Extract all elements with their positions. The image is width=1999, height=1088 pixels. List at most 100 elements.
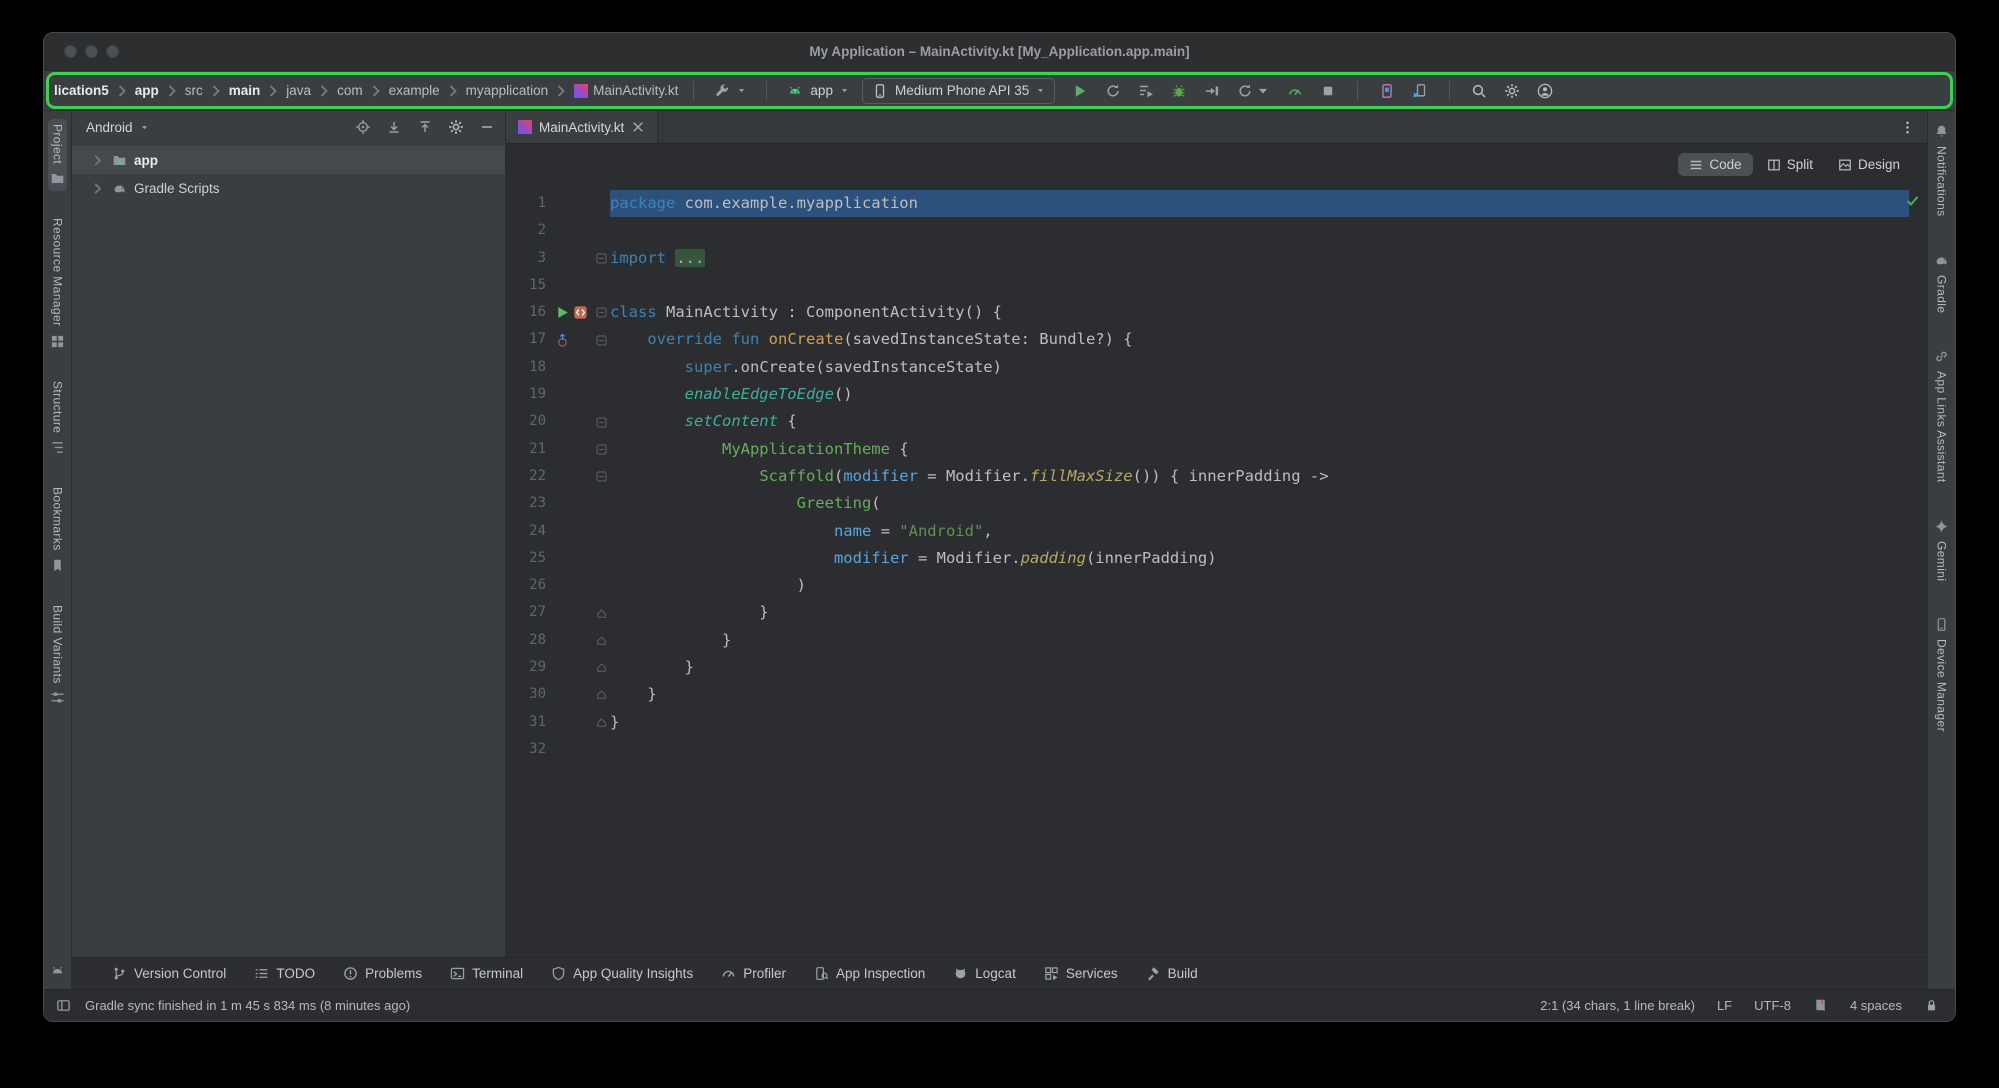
notification-book-icon[interactable] (1813, 998, 1828, 1013)
run-button[interactable] (1069, 80, 1091, 102)
search-everywhere-button[interactable] (1468, 80, 1490, 102)
zoom-window-button[interactable] (106, 45, 119, 58)
breadcrumb-item-app[interactable]: app (131, 81, 163, 100)
override-gutter-icon[interactable] (555, 333, 570, 348)
tool-stripe-app-links-assistant[interactable]: App Links Assistant (1932, 344, 1951, 488)
tool-window-button-services[interactable]: Services (1044, 966, 1118, 981)
run-configuration-dropdown[interactable]: app (778, 79, 858, 103)
close-tab-icon[interactable] (631, 120, 645, 134)
editor-mode-split[interactable]: Split (1756, 153, 1824, 176)
tool-window-button-logcat[interactable]: Logcat (953, 966, 1016, 981)
debug-button[interactable] (1168, 80, 1190, 102)
code-line-28[interactable]: 28 } (506, 627, 1909, 654)
indent-indicator[interactable]: 4 spaces (1850, 998, 1902, 1013)
tool-stripe-resource-manager[interactable]: Resource Manager (48, 213, 67, 353)
fold-marker[interactable] (592, 444, 610, 455)
code-line-31[interactable]: 31} (506, 709, 1909, 736)
code-line-21[interactable]: 21 MyApplicationTheme { (506, 436, 1909, 463)
tree-item-app[interactable]: app (72, 146, 505, 174)
stop-button[interactable] (1317, 80, 1339, 102)
breadcrumb-item-example[interactable]: example (385, 81, 444, 100)
tool-stripe-build-variants[interactable]: Build Variants (48, 600, 67, 711)
code-line-20[interactable]: 20 setContent { (506, 408, 1909, 435)
running-devices-button[interactable] (1376, 80, 1398, 102)
tool-window-button-build[interactable]: Build (1146, 966, 1198, 981)
fold-marker[interactable] (592, 662, 610, 673)
code-line-25[interactable]: 25 modifier = Modifier.padding(innerPadd… (506, 545, 1909, 572)
encoding-indicator[interactable]: UTF-8 (1754, 998, 1791, 1013)
code-line-19[interactable]: 19 enableEdgeToEdge() (506, 381, 1909, 408)
minimize-window-button[interactable] (85, 45, 98, 58)
fold-marker[interactable] (592, 608, 610, 619)
tree-item-gradle-scripts[interactable]: Gradle Scripts (72, 174, 505, 202)
fold-marker[interactable] (592, 471, 610, 482)
compose-badge-icon[interactable] (573, 305, 588, 320)
code-line-27[interactable]: 27 } (506, 599, 1909, 626)
fold-marker[interactable] (592, 307, 610, 318)
code-line-26[interactable]: 26 ) (506, 572, 1909, 599)
breadcrumb-item-src[interactable]: src (181, 81, 207, 100)
code-editor[interactable]: 1package com.example.myapplication23impo… (506, 144, 1927, 763)
tool-stripe-gemini[interactable]: Gemini (1932, 514, 1951, 586)
profile-button[interactable] (1284, 80, 1306, 102)
expand-all-icon[interactable] (386, 119, 402, 135)
tool-stripe-project[interactable]: Project (48, 119, 67, 191)
lock-icon[interactable] (1924, 998, 1939, 1013)
coverage-button[interactable] (1234, 80, 1273, 102)
tool-window-button-terminal[interactable]: Terminal (450, 966, 523, 981)
hide-panel-icon[interactable] (479, 119, 495, 135)
code-line-29[interactable]: 29 } (506, 654, 1909, 681)
fold-marker[interactable] (592, 717, 610, 728)
code-line-3[interactable]: 3import ... (506, 245, 1909, 272)
tool-window-layout-icon[interactable] (56, 998, 71, 1013)
collapse-all-icon[interactable] (417, 119, 433, 135)
close-window-button[interactable] (64, 45, 77, 58)
fold-marker[interactable] (592, 635, 610, 646)
code-line-2[interactable]: 2 (506, 217, 1909, 244)
caret-position[interactable]: 2:1 (34 chars, 1 line break) (1540, 998, 1695, 1013)
tool-window-button-todo[interactable]: TODO (254, 966, 315, 981)
rerun-button[interactable] (1102, 80, 1124, 102)
tool-stripe-notifications[interactable]: Notifications (1932, 119, 1951, 222)
device-selector-dropdown[interactable]: Medium Phone API 35 (862, 78, 1055, 104)
fold-marker[interactable] (592, 335, 610, 346)
code-line-17[interactable]: 17 override fun onCreate(savedInstanceSt… (506, 326, 1909, 353)
locate-icon[interactable] (355, 119, 371, 135)
attach-debugger-button[interactable] (1201, 80, 1223, 102)
code-line-24[interactable]: 24 name = "Android", (506, 518, 1909, 545)
editor-options-kebab-icon[interactable] (1900, 120, 1915, 135)
fold-marker[interactable] (592, 253, 610, 264)
editor-mode-design[interactable]: Design (1827, 153, 1911, 176)
project-view-selector[interactable]: Android (86, 120, 133, 135)
tool-window-button-app-inspection[interactable]: App Inspection (814, 966, 925, 981)
sync-dropdown[interactable] (705, 79, 755, 103)
fold-marker[interactable] (592, 417, 610, 428)
apply-changes-button[interactable] (1135, 80, 1157, 102)
tool-stripe-structure[interactable]: Structure (48, 376, 67, 460)
breadcrumb-item-main[interactable]: main (225, 81, 265, 100)
breadcrumb-item-myapplication[interactable]: myapplication (462, 81, 553, 100)
panel-settings-icon[interactable] (448, 119, 464, 135)
inspections-ok-icon[interactable] (1905, 193, 1920, 208)
fold-marker[interactable] (592, 689, 610, 700)
code-line-16[interactable]: 16class MainActivity : ComponentActivity… (506, 299, 1909, 326)
device-mirror-button[interactable] (1409, 80, 1431, 102)
tool-window-button-app-quality-insights[interactable]: App Quality Insights (551, 966, 693, 981)
breadcrumb-item-com[interactable]: com (333, 81, 367, 100)
breadcrumb-item-java[interactable]: java (282, 81, 315, 100)
code-line-23[interactable]: 23 Greeting( (506, 490, 1909, 517)
tool-stripe-bookmarks[interactable]: Bookmarks (48, 482, 67, 578)
code-line-15[interactable]: 15 (506, 272, 1909, 299)
tool-stripe-device-manager[interactable]: Device Manager (1932, 612, 1951, 737)
tool-window-button-problems[interactable]: Problems (343, 966, 422, 981)
line-separator-indicator[interactable]: LF (1717, 998, 1732, 1013)
code-line-22[interactable]: 22 Scaffold(modifier = Modifier.fillMaxS… (506, 463, 1909, 490)
breadcrumb-item-lication5[interactable]: lication5 (50, 81, 113, 100)
window-titlebar[interactable]: My Application – MainActivity.kt [My_App… (44, 33, 1955, 71)
code-line-1[interactable]: 1package com.example.myapplication (506, 190, 1909, 217)
run-gutter-icon[interactable] (555, 305, 570, 320)
breadcrumb-item-mainactivity-kt[interactable]: MainActivity.kt (570, 81, 682, 100)
code-line-30[interactable]: 30 } (506, 681, 1909, 708)
tool-window-button-version-control[interactable]: Version Control (112, 966, 226, 981)
code-line-32[interactable]: 32 (506, 736, 1909, 763)
